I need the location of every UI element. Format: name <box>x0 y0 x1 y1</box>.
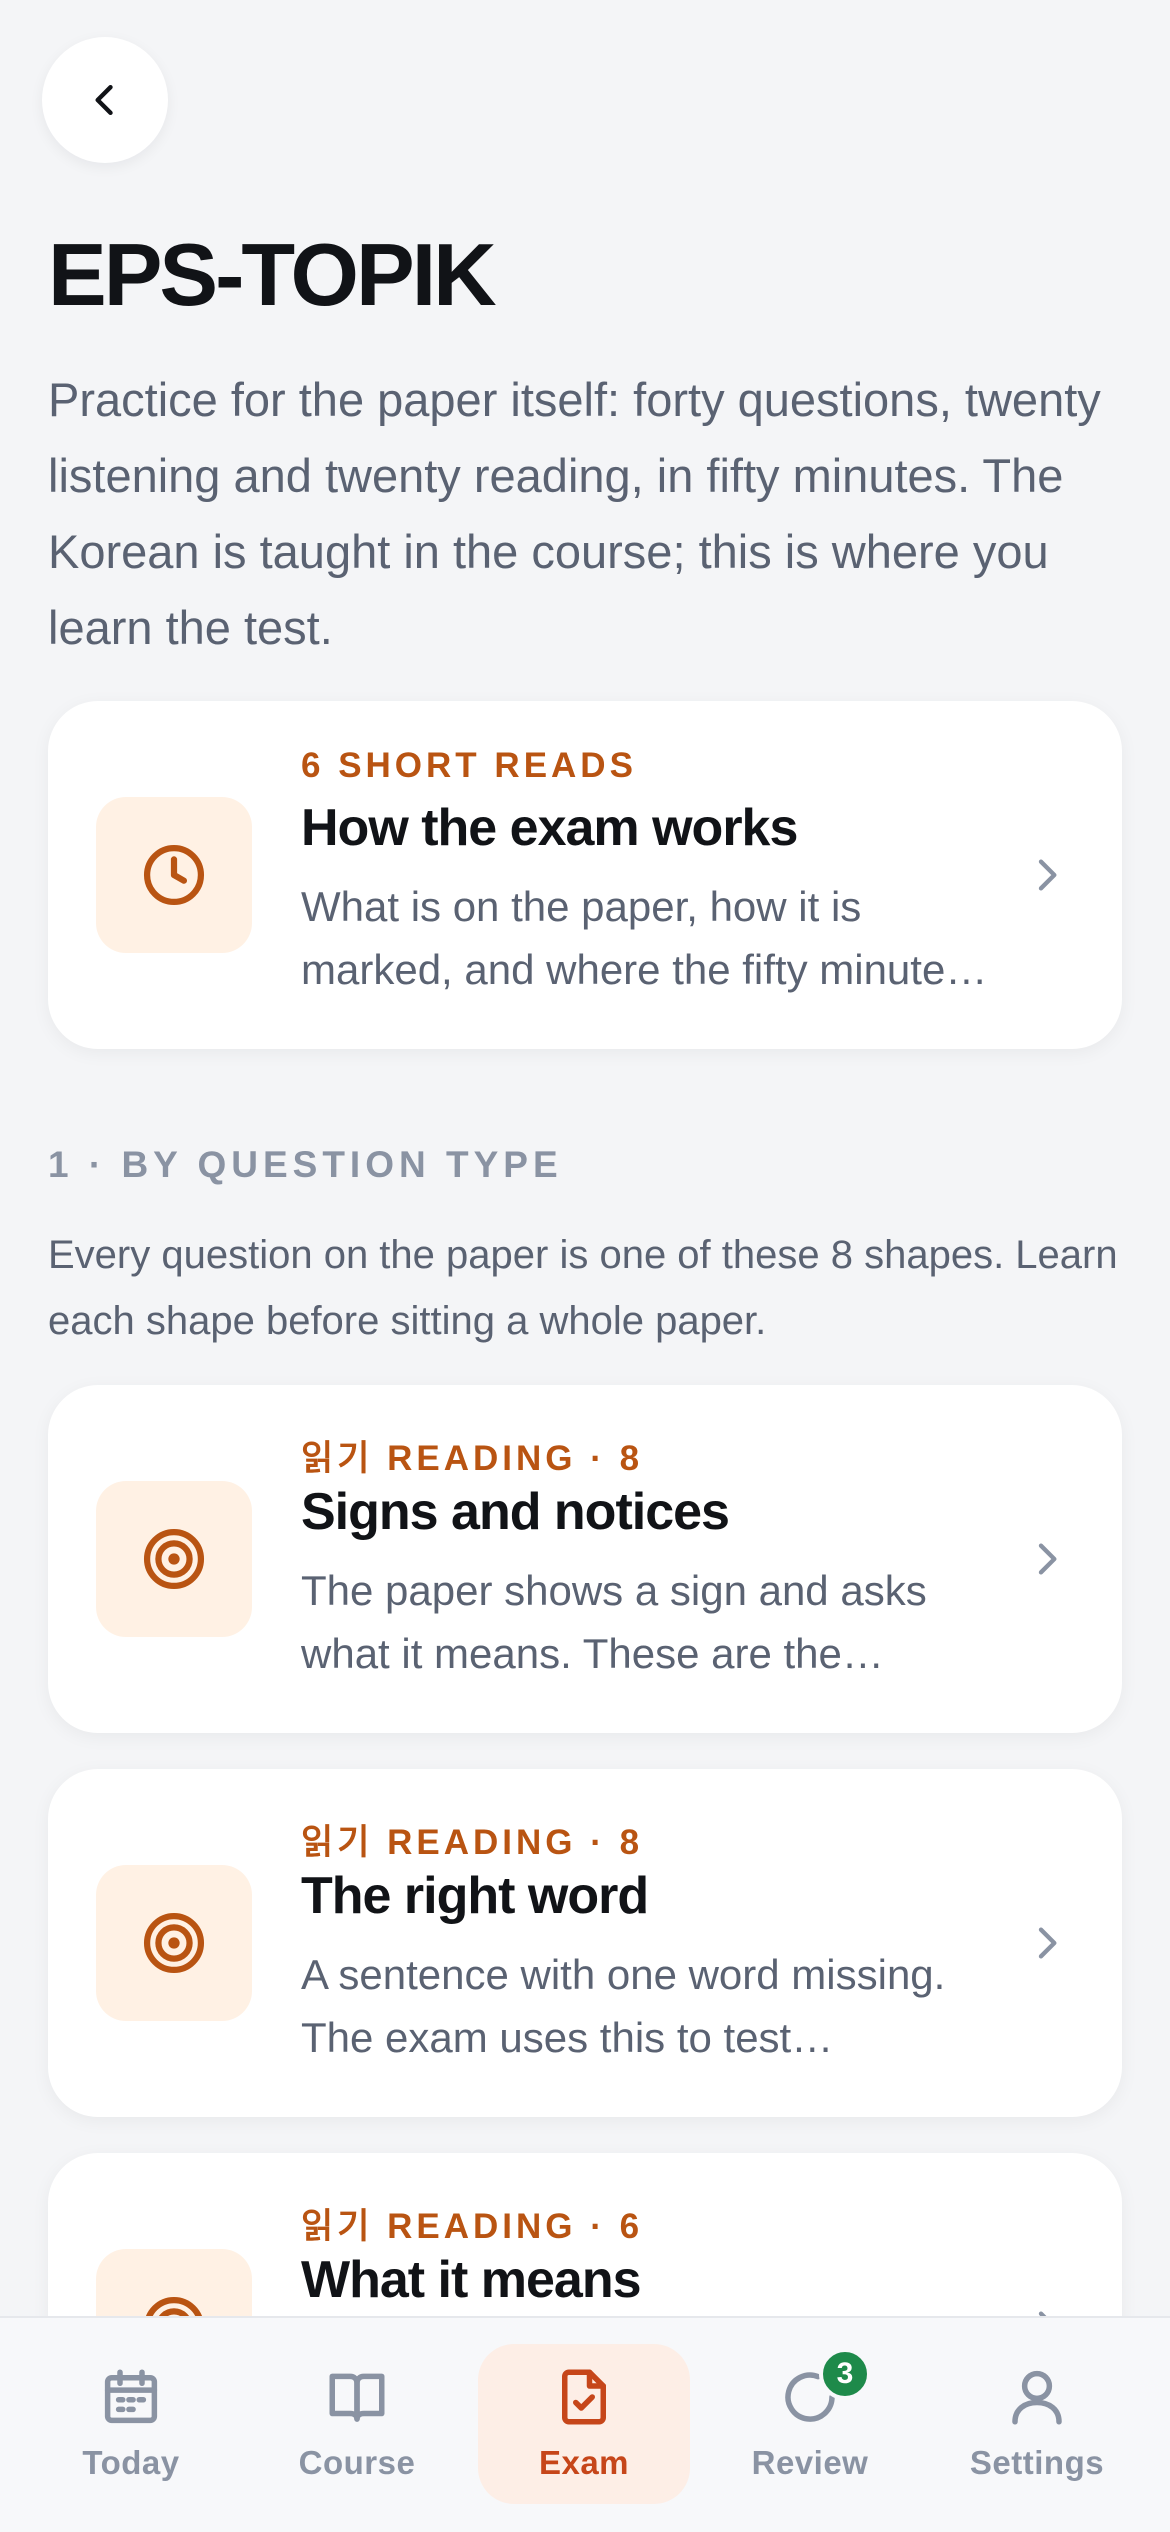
tab-label: Review <box>751 2444 869 2481</box>
card-description: The paper shows a sign and asks what it … <box>301 1567 927 1677</box>
document-check-icon <box>551 2364 617 2430</box>
card-description: A sentence with one word missing. The ex… <box>301 1951 946 2061</box>
card-eyebrow: 읽기 READING · 8 <box>301 1823 644 1862</box>
section-description: Every question on the paper is one of th… <box>48 1233 1118 1343</box>
tab-label: Today <box>82 2444 180 2481</box>
chevron-right-icon <box>1038 859 1057 891</box>
page-intro: Practice for the paper itself: forty que… <box>48 373 1101 654</box>
chevron-right-icon <box>1038 1927 1057 1959</box>
clock-icon <box>143 844 205 906</box>
tab-settings[interactable]: Settings <box>931 2344 1143 2504</box>
bottom-tab-bar: Today Course Exam 3 Review Settings <box>0 2316 1170 2532</box>
tab-label: Exam <box>538 2444 630 2481</box>
tab-label: Course <box>298 2444 416 2481</box>
chevron-right-icon <box>1038 1543 1057 1575</box>
question-type-card[interactable]: 읽기 READING · 8 Signs and notices The pap… <box>48 1385 1122 1733</box>
chevron-left-icon <box>95 84 113 116</box>
card-eyebrow: 6 SHORT READS <box>301 746 637 785</box>
card-title: What it means <box>301 2251 641 2309</box>
refresh-icon: 3 <box>777 2348 871 2430</box>
tab-course[interactable]: Course <box>251 2344 463 2504</box>
card-eyebrow: 읽기 READING · 8 <box>301 1439 644 1478</box>
target-icon <box>143 1528 205 1590</box>
icon-tile <box>96 1481 252 1637</box>
exam-overview-card[interactable]: 6 SHORT READS How the exam works What is… <box>48 701 1122 1049</box>
tab-exam[interactable]: Exam <box>478 2344 690 2504</box>
question-type-card[interactable]: 읽기 READING · 8 The right word A sentence… <box>48 1769 1122 2117</box>
page-title: EPS-TOPIK <box>48 225 497 324</box>
tab-review[interactable]: 3 Review <box>704 2344 916 2504</box>
exam-screen: EPS-TOPIK Practice for the paper itself:… <box>0 0 1170 2532</box>
card-eyebrow: 읽기 READING · 6 <box>301 2207 644 2246</box>
tab-label: Settings <box>969 2444 1105 2481</box>
review-count-badge: 3 <box>819 2348 871 2400</box>
card-title: Signs and notices <box>301 1483 730 1541</box>
card-title: How the exam works <box>301 799 798 857</box>
book-icon <box>324 2364 390 2430</box>
target-icon <box>143 1912 205 1974</box>
user-icon <box>1004 2364 1070 2430</box>
section-label: 1 · BY QUESTION TYPE <box>48 1144 563 1185</box>
icon-tile <box>96 1865 252 2021</box>
icon-tile <box>96 797 252 953</box>
back-button[interactable] <box>42 37 168 163</box>
tab-today[interactable]: Today <box>25 2344 237 2504</box>
card-description: What is on the paper, how it is marked, … <box>301 883 967 993</box>
calendar-icon <box>98 2364 164 2430</box>
card-title: The right word <box>301 1867 649 1925</box>
